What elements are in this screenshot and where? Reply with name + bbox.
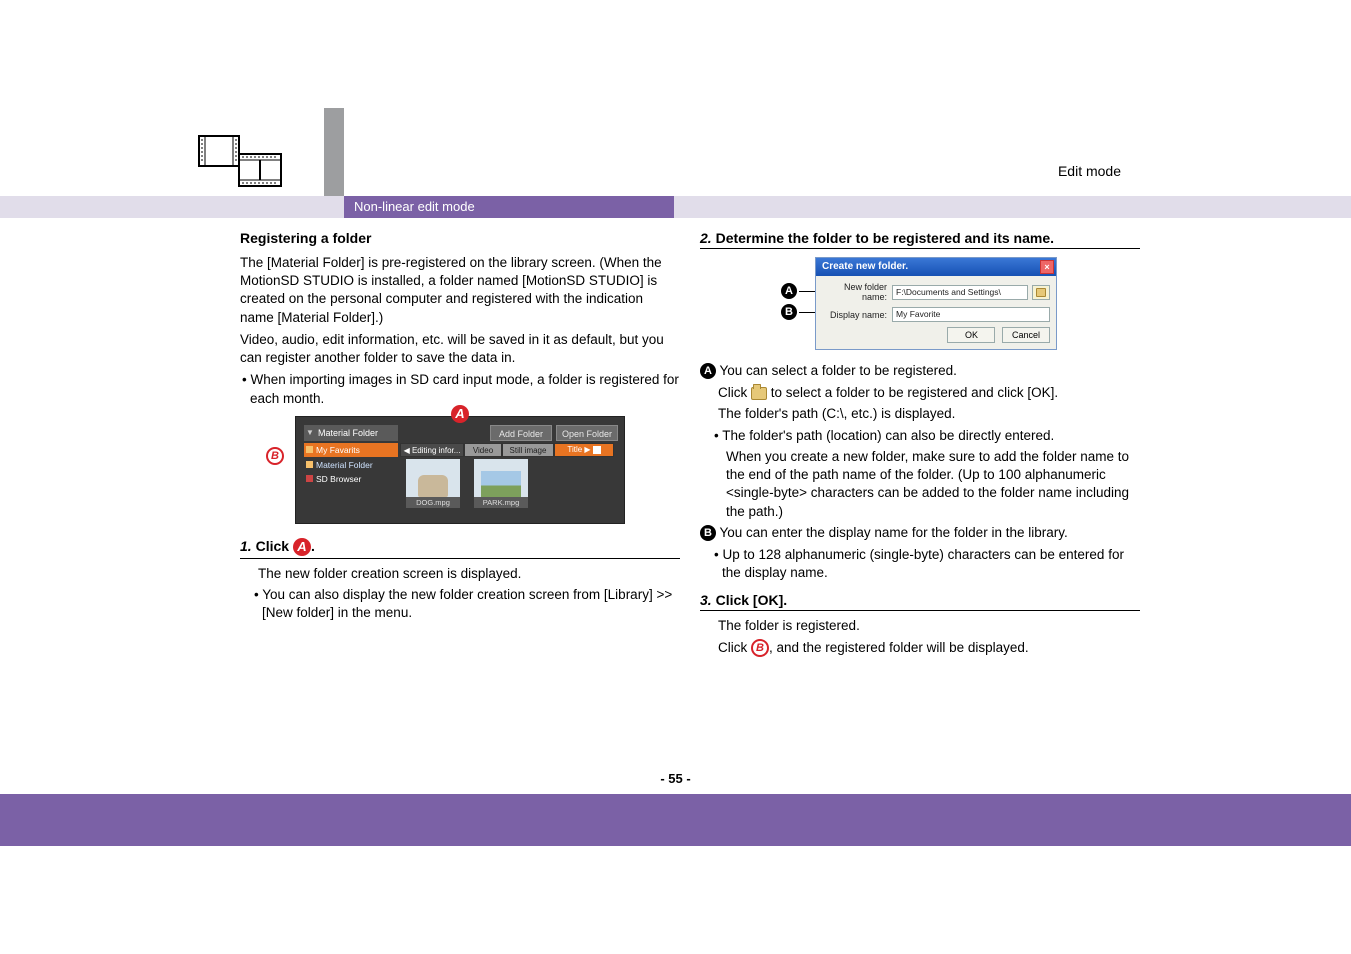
tab-title-text: Title ▶	[567, 443, 590, 457]
intro-para-2: Video, audio, edit information, etc. wil…	[240, 331, 680, 367]
cancel-button[interactable]: Cancel	[1002, 327, 1050, 343]
step-2-rule	[700, 248, 1140, 249]
explain-a-text: You can select a folder to be registered…	[720, 363, 957, 378]
inline-badge-a: A	[700, 363, 716, 379]
new-folder-label: New folder name:	[822, 282, 892, 302]
thumbnail-1[interactable]: DOG.mpg	[406, 459, 460, 508]
callout-a-badge: A	[451, 405, 469, 423]
close-icon[interactable]: ×	[1040, 260, 1054, 274]
content: Registering a folder The [Material Folde…	[240, 222, 1151, 794]
step-2-number: 2.	[700, 230, 712, 246]
step-2-text: Determine the folder to be registered an…	[716, 230, 1054, 246]
display-name-label: Display name:	[822, 310, 892, 320]
thumbnail-2-caption: PARK.mpg	[474, 497, 528, 508]
step-3-rule	[700, 610, 1140, 611]
mode-label: Edit mode	[1058, 163, 1121, 179]
explain-b-text: You can enter the display name for the f…	[720, 525, 1068, 540]
explain-a: A You can select a folder to be register…	[700, 362, 1140, 380]
tab-still[interactable]: Still image	[502, 443, 554, 457]
step-1: 1. Click A.	[240, 538, 680, 556]
step-3-number: 3.	[700, 592, 712, 608]
dialog-callout-a: A	[781, 283, 797, 299]
explain-a-sub2: The folder's path (C:\, etc.) is display…	[718, 405, 1140, 423]
step-1-sub: The new folder creation screen is displa…	[258, 565, 680, 583]
explain-a-sub3: When you create a new folder, make sure …	[726, 448, 1140, 521]
side-sd[interactable]: SD Browser	[304, 472, 398, 486]
thumbnail-2[interactable]: PARK.mpg	[474, 459, 528, 508]
dialog-screenshot: A B Create new folder. × New folder name…	[775, 257, 1065, 350]
section-title: Registering a folder	[240, 230, 680, 246]
step-3-sub1: The folder is registered.	[718, 617, 1140, 635]
dialog-title: Create new folder. ×	[816, 258, 1056, 276]
callout-b-badge: B	[266, 447, 284, 465]
dialog-title-text: Create new folder.	[822, 261, 908, 272]
add-folder-button[interactable]: Add Folder	[490, 425, 552, 441]
left-column: Registering a folder The [Material Folde…	[240, 222, 680, 626]
side-material[interactable]: Material Folder	[304, 458, 398, 472]
step-3-sub2b: , and the registered folder will be disp…	[769, 640, 1029, 655]
dialog-callout-b: B	[781, 304, 797, 320]
step-3-text: Click [OK].	[716, 592, 788, 608]
intro-para-1: The [Material Folder] is pre-registered …	[240, 254, 680, 327]
explain-b-bullet: • Up to 128 alphanumeric (single-byte) c…	[722, 546, 1140, 582]
explain-a-bullet: • The folder's path (location) can also …	[722, 427, 1140, 445]
step-1-rule	[240, 558, 680, 559]
explain-b: B You can enter the display name for the…	[700, 524, 1140, 542]
favorite-folder[interactable]: My Favarits	[304, 443, 398, 457]
thumbnail-1-caption: DOG.mpg	[406, 497, 460, 508]
top-margin	[0, 0, 1351, 108]
explain-a-sub1a: Click	[718, 385, 751, 400]
step-3-sub2: Click B, and the registered folder will …	[718, 639, 1140, 657]
step-3: 3. Click [OK].	[700, 592, 1140, 608]
step-1-bullet: • You can also display the new folder cr…	[262, 586, 680, 622]
step-1-post: .	[311, 538, 315, 554]
thumb-icon	[593, 446, 601, 454]
park-image	[481, 471, 521, 497]
step-3-b-badge: B	[751, 639, 769, 657]
tab-title[interactable]: Title ▶	[554, 443, 614, 457]
browse-button[interactable]	[1032, 285, 1050, 300]
explain-a-sub1: Click to select a folder to be registere…	[718, 384, 1140, 402]
explain-a-sub1b: to select a folder to be registered and …	[767, 385, 1058, 400]
new-folder-input[interactable]: F:\Documents and Settings\	[892, 285, 1028, 300]
filmstrip-icon	[195, 130, 285, 192]
dog-image	[418, 475, 448, 497]
folder-icon	[751, 387, 767, 400]
step-3-sub2a: Click	[718, 640, 751, 655]
intro-bullet: • When importing images in SD card input…	[240, 371, 680, 407]
page-number: - 55 -	[0, 771, 1351, 786]
library-title: Material Folder	[304, 425, 398, 441]
ok-button[interactable]: OK	[947, 327, 995, 343]
section-banner: Non-linear edit mode	[344, 196, 674, 218]
gray-notch	[324, 108, 344, 196]
step-2: 2. Determine the folder to be registered…	[700, 230, 1140, 246]
display-name-input[interactable]: My Favorite	[892, 307, 1050, 322]
right-column: 2. Determine the folder to be registered…	[700, 222, 1140, 660]
folder-icon	[1036, 288, 1046, 297]
step-1-number: 1.	[240, 538, 252, 554]
open-folder-button[interactable]: Open Folder	[556, 425, 618, 441]
tab-editing[interactable]: ◀ Editing infor...	[400, 443, 464, 457]
inline-badge-b: B	[700, 525, 716, 541]
step-1-a-badge: A	[293, 538, 311, 556]
footer-bar	[0, 794, 1351, 846]
banner-bg	[0, 196, 1351, 218]
library-screenshot: A B Material Folder Add Folder Open Fold…	[295, 416, 625, 524]
tab-video[interactable]: Video	[464, 443, 502, 457]
step-1-pre: Click	[256, 538, 293, 554]
